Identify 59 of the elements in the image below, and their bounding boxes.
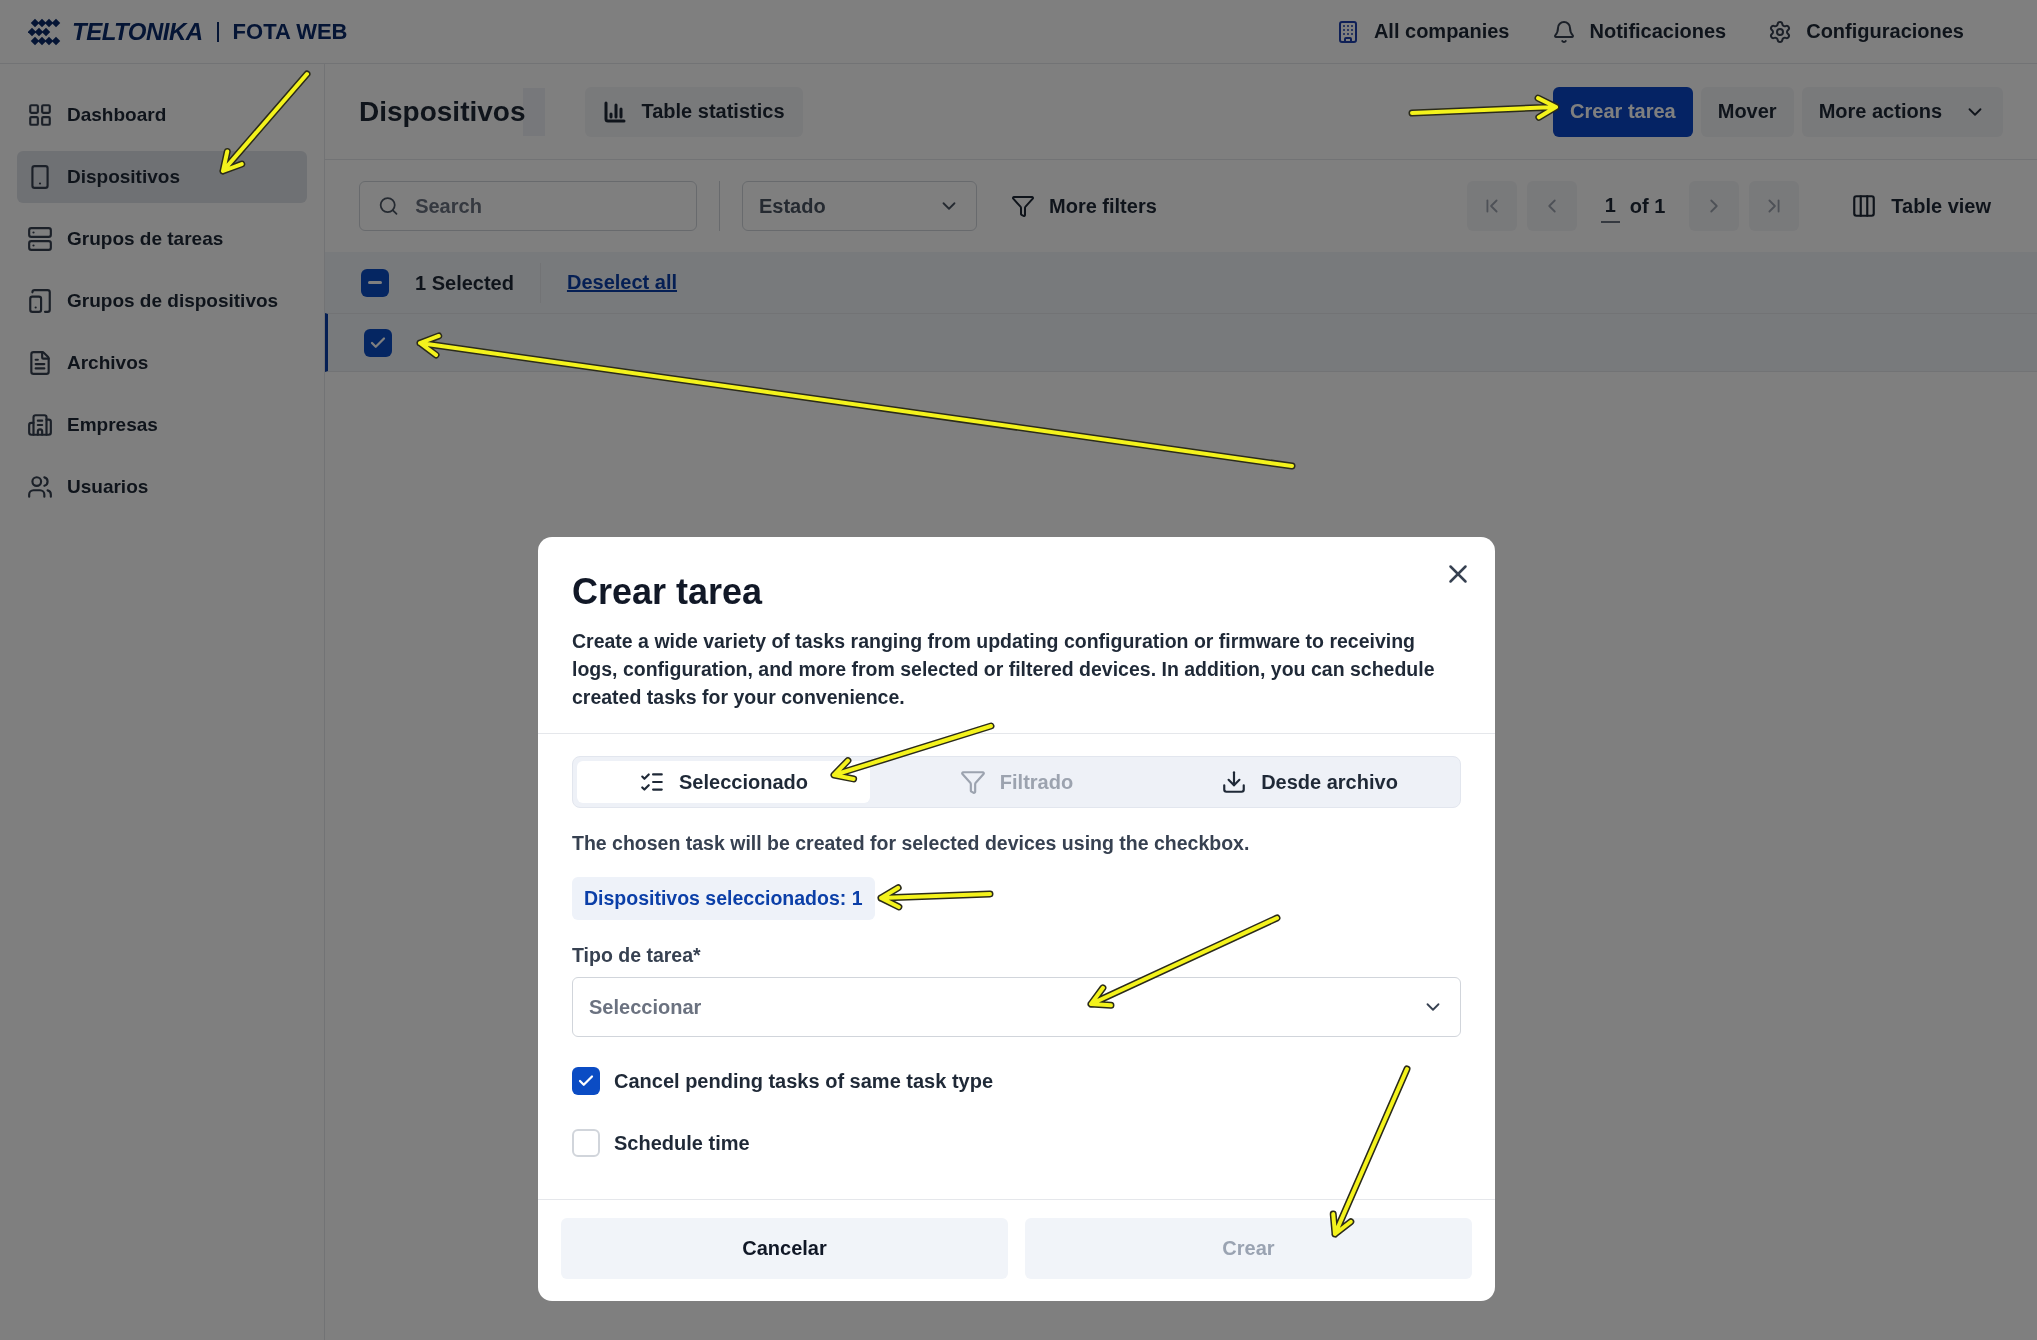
search-input[interactable]: Search <box>413 193 678 219</box>
task-type-select[interactable]: Seleccionar <box>572 977 1461 1037</box>
sidebar-item[interactable]: Archivos <box>17 337 307 389</box>
columns-icon <box>1851 193 1878 219</box>
header-action[interactable]: Notificaciones <box>1551 19 1727 44</box>
building-icon <box>27 412 53 438</box>
checkbox[interactable] <box>572 1067 600 1095</box>
sidebar-item[interactable]: Grupos de dispositivos <box>17 275 307 327</box>
checkbox[interactable] <box>572 1129 600 1157</box>
product-name: FOTA WEB <box>232 18 348 45</box>
dialog-title: Crear tarea <box>572 571 764 613</box>
bar-chart-icon <box>603 99 628 124</box>
sidebar-item[interactable]: Grupos de tareas <box>17 213 307 265</box>
filter-icon <box>1011 194 1035 218</box>
deselect-all-link[interactable]: Deselect all <box>566 271 678 294</box>
dialog-description: Create a wide variety of tasks ranging from updating configuration or firmware to receiving logs, configuration, and more from selected or filtered devices. In addition, you can schedule created tasks for your convenience. <box>572 629 1436 710</box>
file-icon <box>27 350 53 376</box>
brand-logo: TELTONIKA <box>72 17 203 46</box>
search-field[interactable]: Search <box>359 181 697 231</box>
action-button[interactable]: More actions <box>1801 86 2003 137</box>
source-tab[interactable]: Desde archivo <box>1163 761 1456 803</box>
header-action[interactable]: All companies <box>1335 19 1510 44</box>
last-page-button[interactable] <box>1749 181 1800 231</box>
info-text: The chosen task will be created for selected devices using the checkbox. <box>572 832 1251 855</box>
next-page-button[interactable] <box>1689 181 1740 231</box>
table-statistics-button[interactable]: Table statistics <box>585 86 803 137</box>
action-button[interactable]: Mover <box>1700 86 1794 137</box>
minus-icon <box>368 281 382 284</box>
previous-page-button[interactable] <box>1526 181 1577 231</box>
checkbox-label: Schedule time <box>614 1131 750 1155</box>
first-page-button[interactable] <box>1466 181 1517 231</box>
download-icon <box>1221 769 1248 795</box>
row-checkbox[interactable] <box>364 328 392 357</box>
sidebar-item[interactable]: Empresas <box>17 399 307 451</box>
bell-icon <box>1551 19 1576 44</box>
settings-icon <box>1768 19 1793 44</box>
field-label: Tipo de tarea* <box>572 944 702 967</box>
more-filters-button[interactable]: More filters <box>999 194 1169 218</box>
source-tab[interactable]: Seleccionado <box>577 761 870 803</box>
sidebar-item[interactable]: Dashboard <box>17 89 307 141</box>
status-select[interactable]: Estado <box>742 181 977 231</box>
server-icon <box>27 226 53 252</box>
page-number: 1 <box>1600 189 1620 223</box>
search-icon <box>378 194 400 218</box>
devices-icon <box>27 288 53 314</box>
users-icon <box>27 474 53 500</box>
page-total: of 1 <box>1629 194 1666 218</box>
action-button[interactable]: Crear tarea <box>1553 86 1693 137</box>
grid-icon <box>27 102 53 128</box>
dialog-button[interactable]: Cancelar <box>561 1218 1008 1279</box>
checkbox-label: Cancel pending tasks of same task type <box>614 1069 994 1093</box>
sidebar-item[interactable]: Usuarios <box>17 461 307 513</box>
selected-count: 1 Selected <box>415 262 541 303</box>
table-view-button[interactable]: Table view <box>1839 193 2003 219</box>
header-action[interactable]: Configuraciones <box>1768 19 1964 44</box>
sidebar-item[interactable]: Dispositivos <box>17 151 307 203</box>
selected-devices-badge: Dispositivos seleccionados: 1 <box>572 877 875 920</box>
select-all-checkbox[interactable] <box>361 268 389 297</box>
filter-icon <box>959 769 986 795</box>
